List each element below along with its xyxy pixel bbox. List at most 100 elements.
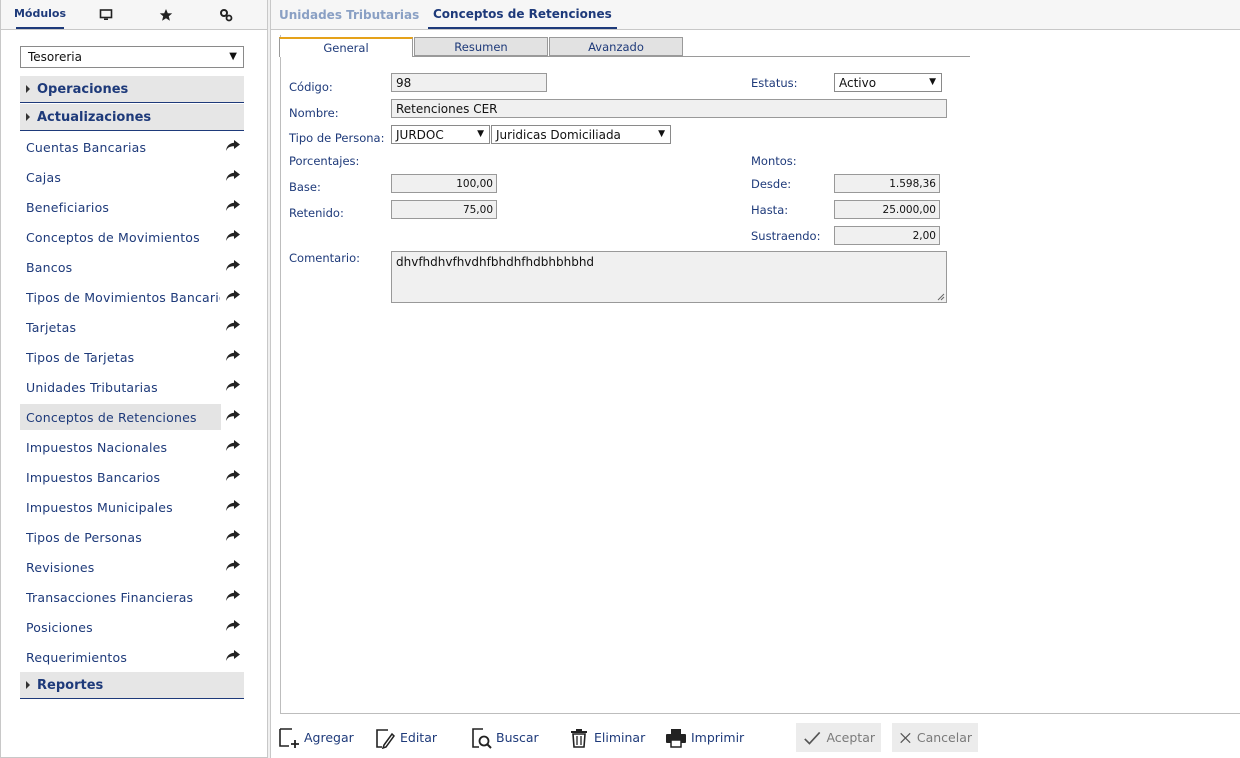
share-arrow-icon[interactable] [225,439,241,453]
hasta-field[interactable]: 25.000,00 [834,200,940,219]
share-arrow-icon[interactable] [225,589,241,603]
share-arrow-icon[interactable] [225,169,241,183]
cancelar-button[interactable]: Cancelar [892,723,978,752]
sidebar-item-label: Unidades Tributarias [26,379,158,395]
agregar-label: Agregar [304,730,354,745]
subtab-baseline [413,56,970,57]
subtab-general[interactable]: General [279,37,413,57]
comentario-textarea[interactable]: dhvfhdhvfhvdhfbhdhfhdbhbhbhd [391,251,947,303]
imprimir-button[interactable]: Imprimir [665,723,744,752]
base-field[interactable]: 100,00 [391,174,497,193]
share-arrow-icon[interactable] [225,379,241,393]
sidebar-item-label: Cajas [26,169,62,185]
sidebar-item[interactable]: Impuestos Municipales [20,494,249,520]
section-actualizaciones[interactable]: Actualizaciones [20,104,244,131]
sidebar-item[interactable]: Bancos [20,254,249,280]
sidebar-item[interactable]: Cuentas Bancarias [20,134,249,160]
share-arrow-icon[interactable] [225,139,241,153]
tab-modulos[interactable]: Módulos [14,0,66,29]
sustraendo-field[interactable]: 2,00 [834,226,940,245]
cancelar-label: Cancelar [916,730,972,745]
share-arrow-icon[interactable] [225,409,241,423]
imprimir-label: Imprimir [691,730,745,745]
sidebar-item[interactable]: Tipos de Personas [20,524,249,550]
share-arrow-icon[interactable] [225,229,241,243]
nombre-field[interactable]: Retenciones CER [391,99,947,118]
share-arrow-icon[interactable] [225,619,241,633]
agregar-button[interactable]: Agregar [278,723,354,752]
editar-label: Editar [400,730,438,745]
sidebar-item[interactable]: Tarjetas [20,314,249,340]
codigo-field[interactable]: 98 [391,73,547,92]
hasta-value: 25.000,00 [882,203,936,216]
sidebar-item[interactable]: Impuestos Nacionales [20,434,249,460]
section-label: Reportes [37,677,104,693]
sidebar-item[interactable]: Unidades Tributarias [20,374,249,400]
sidebar-item-label: Posiciones [26,619,93,635]
tipo-persona-desc-select[interactable]: Juridicas Domiciliada ▼ [491,125,671,144]
eliminar-label: Eliminar [594,730,646,745]
porcentajes-label: Porcentajes: [289,154,360,168]
share-arrow-icon[interactable] [225,649,241,663]
share-arrow-icon[interactable] [225,499,241,513]
tab-conceptos-retenciones[interactable]: Conceptos de Retenciones [428,0,617,29]
sidebar-item[interactable]: Conceptos de Retenciones [20,404,221,430]
sidebar-item[interactable]: Transacciones Financieras [20,584,249,610]
share-arrow-icon[interactable] [225,259,241,273]
sidebar-item[interactable]: Impuestos Bancarios [20,464,249,490]
close-icon [900,732,911,743]
tipo-persona-code-select[interactable]: JURDOC ▼ [391,125,490,144]
share-arrow-icon[interactable] [225,559,241,573]
add-document-icon [279,727,299,748]
buscar-button[interactable]: Buscar [470,723,539,752]
sidebar-item[interactable]: Conceptos de Movimientos [20,224,249,250]
sidebar-item-label: Conceptos de Movimientos [26,229,200,245]
sidebar-item[interactable]: Requerimientos [20,644,249,670]
share-arrow-icon[interactable] [225,469,241,483]
sidebar-item-label: Cuentas Bancarias [26,139,147,155]
sidebar-item-label: Tipos de Movimientos Bancarios [26,289,220,305]
desde-value: 1.598,36 [889,177,936,190]
module-select[interactable]: Tesoreria ▼ [20,46,244,68]
sidebar-item[interactable]: Revisiones [20,554,249,580]
resize-handle-icon[interactable] [937,293,945,301]
share-arrow-icon[interactable] [225,289,241,303]
desde-label: Desde: [751,177,792,191]
tipo-code-value: JURDOC [396,127,444,142]
sidebar-tabs: Módulos [1,0,267,30]
caret-down-icon: ▼ [477,129,484,139]
document-tabs: Unidades Tributarias Conceptos de Retenc… [271,0,1240,30]
sustraendo-label: Sustraendo: [751,229,821,243]
triangle-right-icon [26,681,30,689]
tab-unidades-tributarias[interactable]: Unidades Tributarias [279,0,419,29]
tab-monitor[interactable] [91,0,121,29]
sidebar-item-label: Impuestos Bancarios [26,469,161,485]
tab-settings[interactable] [211,0,241,29]
retenido-field[interactable]: 75,00 [391,200,497,219]
share-arrow-icon[interactable] [225,529,241,543]
sidebar-item[interactable]: Tipos de Movimientos Bancarios [20,284,249,310]
share-arrow-icon[interactable] [225,349,241,363]
tab-favorites[interactable] [151,0,181,29]
section-label: Operaciones [37,81,129,97]
base-value: 100,00 [456,177,493,190]
sidebar-item[interactable]: Posiciones [20,614,249,640]
share-arrow-icon[interactable] [225,319,241,333]
eliminar-button[interactable]: Eliminar [568,723,645,752]
subtab-resumen[interactable]: Resumen [414,37,548,56]
editar-button[interactable]: Editar [374,723,437,752]
section-label: Actualizaciones [37,109,152,125]
sidebar: Módulos Tesoreria ▼ Operaciones Actualiz… [0,0,268,758]
sidebar-item[interactable]: Tipos de Tarjetas [20,344,249,370]
sidebar-item[interactable]: Beneficiarios [20,194,249,220]
aceptar-button[interactable]: Aceptar [796,723,881,752]
share-arrow-icon[interactable] [225,199,241,213]
estatus-select[interactable]: Activo ▼ [834,73,942,92]
subtab-avanzado[interactable]: Avanzado [549,37,683,56]
sidebar-item[interactable]: Cajas [20,164,249,190]
section-operaciones[interactable]: Operaciones [20,76,244,103]
retenido-label: Retenido: [289,206,344,220]
section-reportes[interactable]: Reportes [20,672,244,699]
sidebar-item-label: Beneficiarios [26,199,110,215]
desde-field[interactable]: 1.598,36 [834,174,940,193]
